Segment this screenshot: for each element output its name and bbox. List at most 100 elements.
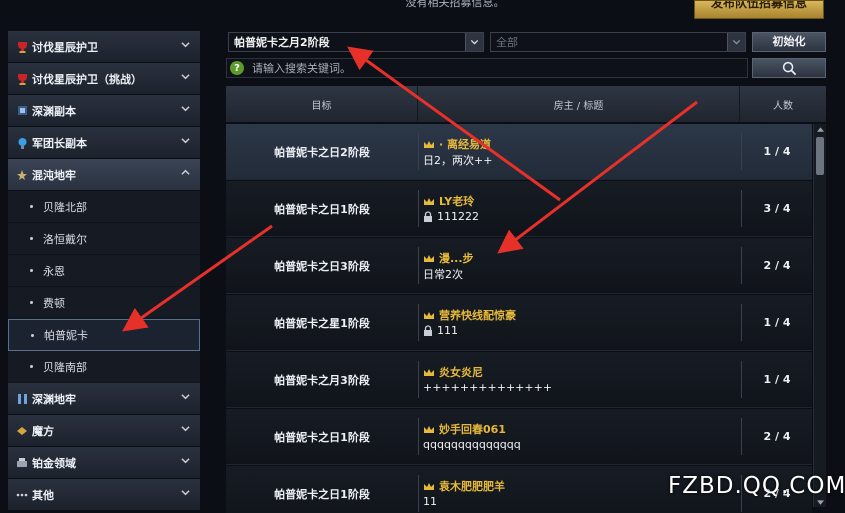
row-count: 2 / 4: [763, 430, 791, 443]
platinum-icon: [16, 457, 28, 469]
header-host: 房主 / 标题: [418, 86, 740, 122]
red-trophy-icon: [16, 73, 28, 85]
bullet-icon: [31, 333, 34, 337]
chevron-down-icon[interactable]: [727, 33, 745, 51]
publish-recruit-button[interactable]: 发布队伍招募信息: [694, 0, 824, 19]
category-cube[interactable]: 魔方: [8, 415, 200, 447]
row-title: 111222: [437, 210, 479, 223]
category-label: 讨伐星辰护卫（挑战）: [32, 72, 142, 86]
table-row[interactable]: 帕普妮卡之日1阶段 LY老玲 111222 3 / 4: [226, 181, 812, 237]
row-count: 1 / 4: [763, 316, 791, 329]
row-title: 日2，两次++: [423, 153, 493, 167]
subitem-yorn[interactable]: 永恩: [8, 255, 200, 287]
crown-icon: [424, 368, 434, 376]
subitem-punika[interactable]: 帕普妮卡: [8, 319, 200, 351]
blue-orb-icon: [16, 137, 28, 149]
subitem-label: 洛恒戴尔: [43, 232, 87, 246]
category-abyss-dungeon[interactable]: 深渊副本: [8, 95, 200, 127]
row-title: 日常2次: [423, 267, 463, 281]
category-platinum-field[interactable]: 铂金领域: [8, 447, 200, 479]
stage-dropdown[interactable]: 帕普妮卡之月2阶段: [228, 32, 484, 52]
chevron-down-icon: [181, 426, 190, 432]
category-label: 其他: [32, 488, 54, 502]
chevron-down-icon: [181, 138, 190, 144]
table-header: 目标 房主 / 标题 人数: [226, 86, 826, 122]
row-host-cell: 妙手回春061 qqqqqqqqqqqqqq: [418, 418, 742, 455]
row-target: 帕普妮卡之日1阶段: [274, 487, 370, 501]
scroll-thumb[interactable]: [816, 137, 824, 175]
row-host-cell: 营养快线配惊豪 111: [418, 304, 742, 341]
row-host: 妙手回春061: [439, 423, 506, 436]
chaos-icon: [16, 169, 28, 181]
crown-icon: [424, 482, 434, 490]
chevron-down-icon: [181, 42, 190, 48]
row-count: 1 / 4: [763, 373, 791, 386]
row-host: 炎女炎尼: [439, 366, 483, 379]
row-count: 2 / 4: [763, 259, 791, 272]
row-title: qqqqqqqqqqqqqq: [423, 438, 521, 451]
category-other[interactable]: 其他: [8, 479, 200, 511]
chevron-down-icon: [181, 458, 190, 464]
subitem-bellion-north[interactable]: 贝隆北部: [8, 191, 200, 223]
row-target: 帕普妮卡之星1阶段: [274, 316, 370, 330]
crown-icon: [424, 425, 434, 433]
category-abyss-dungeon-2[interactable]: 深渊地牢: [8, 383, 200, 415]
category-label: 铂金领域: [32, 456, 76, 470]
reset-button[interactable]: 初始化: [752, 32, 826, 52]
chevron-down-icon: [181, 490, 190, 496]
header-target: 目标: [226, 86, 418, 122]
row-count: 3 / 4: [763, 202, 791, 215]
row-title: 111: [437, 324, 458, 337]
row-host: 营养快线配惊豪: [439, 309, 516, 322]
type-dropdown[interactable]: 全部: [490, 32, 746, 52]
table-row[interactable]: 帕普妮卡之日2阶段 · 离经易道 日2，两次++ 1 / 4: [226, 124, 812, 180]
row-host: 漫...步: [439, 252, 474, 265]
type-dropdown-value: 全部: [496, 36, 518, 49]
row-target: 帕普妮卡之日3阶段: [274, 259, 370, 273]
help-icon: ?: [230, 61, 244, 75]
category-label: 魔方: [32, 424, 54, 438]
subitem-feiton[interactable]: 费顿: [8, 287, 200, 319]
category-label: 深渊副本: [32, 104, 76, 118]
scroll-up-icon[interactable]: [814, 124, 826, 134]
row-title: ++++++++++++++: [423, 381, 553, 394]
search-placeholder: 请输入搜索关键词。: [252, 62, 351, 75]
subitem-label: 费顿: [43, 296, 65, 310]
crown-icon: [424, 311, 434, 319]
category-star-guardian[interactable]: 讨伐星辰护卫: [8, 31, 200, 63]
table-row[interactable]: 帕普妮卡之日3阶段 漫...步 日常2次 2 / 4: [226, 238, 812, 294]
search-button[interactable]: [752, 58, 826, 78]
list-scrollbar[interactable]: [813, 124, 826, 507]
search-icon: [782, 61, 796, 75]
chevron-down-icon[interactable]: [465, 33, 483, 51]
subitem-label: 贝隆北部: [43, 200, 87, 214]
category-label: 军团长副本: [32, 136, 87, 150]
search-input[interactable]: ? 请输入搜索关键词。: [226, 58, 748, 78]
row-target: 帕普妮卡之日1阶段: [274, 202, 370, 216]
category-star-guardian-challenge[interactable]: 讨伐星辰护卫（挑战）: [8, 63, 200, 95]
cube-icon: [16, 425, 28, 437]
row-host-cell: · 离经易道 日2，两次++: [418, 133, 742, 170]
bullet-icon: [30, 237, 33, 240]
bullet-icon: [30, 365, 33, 368]
subitem-rohendel[interactable]: 洛恒戴尔: [8, 223, 200, 255]
row-host: · 离经易道: [439, 138, 492, 151]
header-count: 人数: [773, 100, 793, 112]
table-row[interactable]: 帕普妮卡之月3阶段 炎女炎尼 ++++++++++++++ 1 / 4: [226, 352, 812, 408]
subitem-label: 帕普妮卡: [44, 329, 88, 342]
subitem-label: 贝隆南部: [43, 360, 87, 374]
table-row[interactable]: 帕普妮卡之星1阶段 营养快线配惊豪 111 1 / 4: [226, 295, 812, 351]
row-target: 帕普妮卡之日1阶段: [274, 430, 370, 444]
abyss-icon: [16, 105, 28, 117]
subitem-bellion-south[interactable]: 贝隆南部: [8, 351, 200, 383]
category-sidebar: 讨伐星辰护卫 讨伐星辰护卫（挑战） 深渊副本 军团长副本 混沌地牢 贝隆北部 洛…: [8, 31, 200, 513]
table-row[interactable]: 帕普妮卡之日1阶段 妙手回春061 qqqqqqqqqqqqqq 2 / 4: [226, 409, 812, 465]
row-host-cell: LY老玲 111222: [418, 190, 742, 227]
category-label: 讨伐星辰护卫: [32, 40, 98, 54]
lock-icon: [424, 211, 432, 222]
row-count: 1 / 4: [763, 145, 791, 158]
category-chaos-dungeon[interactable]: 混沌地牢: [8, 159, 200, 191]
category-legion-raid[interactable]: 军团长副本: [8, 127, 200, 159]
crown-icon: [424, 197, 434, 205]
category-label: 深渊地牢: [32, 392, 76, 406]
